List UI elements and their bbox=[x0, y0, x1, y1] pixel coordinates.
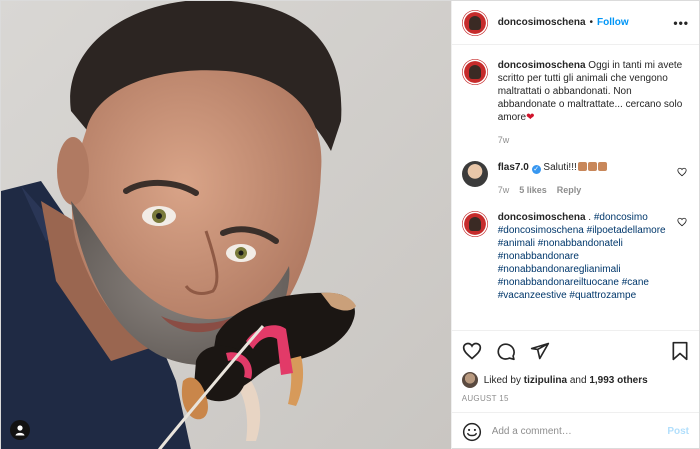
liker-avatar[interactable] bbox=[461, 372, 478, 388]
selfie-with-dog-image bbox=[1, 1, 451, 449]
likes-count[interactable]: 1,993 others bbox=[589, 375, 647, 386]
tagged-users-button[interactable] bbox=[10, 420, 30, 440]
comment-icon bbox=[497, 342, 515, 360]
smiley-icon bbox=[462, 422, 481, 441]
likes-prefix: Liked by bbox=[483, 374, 521, 386]
likes-summary: Liked by tizipulina and 1,993 others bbox=[452, 370, 699, 390]
like-button[interactable] bbox=[462, 341, 482, 361]
red-heart-emoji: ❤ bbox=[526, 112, 535, 123]
caption-username[interactable]: doncosimoschena bbox=[498, 60, 586, 71]
comment-text: Saluti!!! bbox=[543, 162, 577, 173]
clap-emoji-icon bbox=[577, 162, 587, 171]
share-icon bbox=[530, 342, 549, 359]
post-date[interactable]: AUGUST 15 bbox=[452, 390, 699, 412]
bookmark-icon bbox=[672, 341, 688, 360]
hashtag-link[interactable]: #animali bbox=[498, 238, 535, 249]
separator-dot: • bbox=[589, 17, 594, 28]
comment-like-heart-icon[interactable] bbox=[677, 167, 687, 177]
post-actions bbox=[451, 330, 699, 370]
post-header: doncosimoschena • Follow ••• bbox=[451, 1, 699, 45]
caption: doncosimoschena Oggi in tanti mi avete s… bbox=[461, 59, 689, 147]
clap-emoji-icon bbox=[587, 162, 597, 171]
clap-emoji-icon bbox=[597, 162, 607, 171]
likes-middle: and bbox=[569, 374, 587, 386]
heart-icon bbox=[462, 342, 481, 360]
post-modal: doncosimoschena • Follow ••• doncosimosc… bbox=[0, 0, 700, 449]
author-username[interactable]: doncosimoschena bbox=[498, 17, 586, 28]
hashtag-link[interactable]: #ilpoetadellamore bbox=[587, 225, 666, 236]
post-photo[interactable] bbox=[1, 1, 451, 449]
comment-item: doncosimoschena . #doncosimo #doncosimos… bbox=[461, 211, 689, 302]
comment-like-heart-icon[interactable] bbox=[677, 217, 687, 227]
share-button[interactable] bbox=[530, 341, 550, 361]
emoji-button[interactable] bbox=[462, 422, 482, 442]
liker-username[interactable]: tizipulina bbox=[524, 375, 567, 386]
post-sidebar: doncosimoschena • Follow ••• doncosimosc… bbox=[450, 1, 699, 449]
hashtag-link[interactable]: #cane bbox=[622, 277, 649, 288]
hashtag-link[interactable]: #vacanzeestive bbox=[498, 290, 567, 301]
comments-list[interactable]: doncosimoschena Oggi in tanti mi avete s… bbox=[452, 45, 699, 330]
hashtag-link[interactable]: #doncosimoschena bbox=[498, 225, 584, 236]
comment-username[interactable]: flas7.0 bbox=[498, 162, 529, 173]
comment-input[interactable] bbox=[491, 426, 668, 437]
hashtag-link[interactable]: #nonabbandonateli bbox=[538, 238, 623, 249]
hashtag-list: #doncosimo #doncosimoschena #ilpoetadell… bbox=[498, 212, 666, 301]
commenter-avatar[interactable] bbox=[461, 211, 488, 237]
hashtag-link[interactable]: #quattrozampe bbox=[569, 290, 636, 301]
commenter-avatar[interactable] bbox=[461, 161, 488, 187]
post-comment-button[interactable]: Post bbox=[667, 426, 689, 437]
caption-age[interactable]: 7w bbox=[498, 134, 510, 147]
add-comment-bar: Post bbox=[451, 412, 699, 449]
reply-button[interactable]: Reply bbox=[557, 184, 582, 197]
verified-badge-icon: ✓ bbox=[531, 165, 541, 174]
user-icon bbox=[15, 425, 25, 436]
follow-button[interactable]: Follow bbox=[597, 17, 629, 28]
comment-age[interactable]: 7w bbox=[498, 184, 510, 197]
comment-item: flas7.0 ✓ Saluti!!! 7w 5 likes Reply bbox=[461, 161, 689, 197]
hashtag-link[interactable]: #nonabbandonare bbox=[498, 251, 579, 262]
author-avatar[interactable] bbox=[461, 9, 488, 36]
comment-username[interactable]: doncosimoschena bbox=[498, 212, 586, 223]
hashtag-link[interactable]: #doncosimo bbox=[594, 212, 648, 223]
comment-text: . bbox=[588, 212, 592, 223]
save-button[interactable] bbox=[671, 341, 689, 361]
more-options-button[interactable]: ••• bbox=[673, 16, 689, 30]
hashtag-link[interactable]: #nonabbandonareglianimali bbox=[498, 264, 621, 275]
comment-likes[interactable]: 5 likes bbox=[519, 184, 547, 197]
caption-avatar[interactable] bbox=[461, 59, 488, 85]
comment-button[interactable] bbox=[496, 341, 516, 361]
hashtag-link[interactable]: #nonabbandonareiltuocane bbox=[498, 277, 619, 288]
